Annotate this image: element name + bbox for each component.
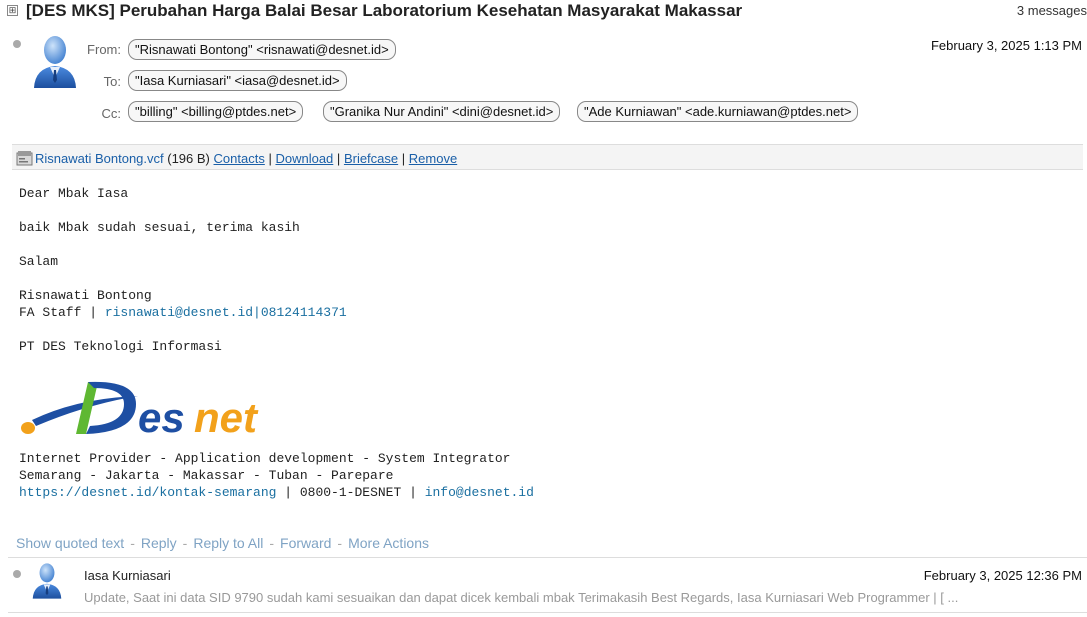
remove-link[interactable]: Remove: [409, 151, 457, 166]
svg-text:es: es: [138, 394, 185, 441]
separator: |: [401, 151, 406, 166]
divider: [8, 612, 1087, 613]
svg-text:net: net: [194, 394, 259, 441]
separator: -: [130, 535, 135, 551]
website-link[interactable]: https://desnet.id/kontak-semarang: [19, 485, 276, 500]
message-snippet[interactable]: Update, Saat ini data SID 9790 sudah kam…: [84, 590, 1084, 605]
message-actions: Show quoted text - Reply - Reply to All - Forw…: [16, 535, 429, 551]
to-label: To:: [103, 74, 121, 89]
message-body: Dear Mbak Iasa baik Mbak sudah sesuai, t…: [19, 185, 347, 355]
signature-name: Risnawati Bontong: [19, 288, 152, 303]
cc-label: Cc:: [101, 106, 122, 121]
message-sender-name[interactable]: Iasa Kurniasari: [84, 568, 171, 583]
body-line: baik Mbak sudah sesuai, terima kasih: [19, 220, 300, 235]
signature-company: PT DES Teknologi Informasi: [19, 339, 222, 354]
info-email-link[interactable]: info@desnet.id: [425, 485, 534, 500]
separator: -: [182, 535, 188, 551]
download-link[interactable]: Download: [275, 151, 333, 166]
closing-text: Salam: [19, 254, 59, 269]
attachment-size: (196 B): [167, 151, 210, 166]
thread-header: ⊞ [DES MKS] Perubahan Harga Balai Besar …: [0, 0, 1087, 24]
signature-title: FA Staff |: [19, 305, 105, 320]
attachment-filename-link[interactable]: Risnawati Bontong.vcf: [35, 151, 164, 166]
thread-subject: [DES MKS] Perubahan Harga Balai Besar La…: [26, 1, 743, 20]
message-count: 3 messages: [1016, 3, 1087, 18]
more-actions-link[interactable]: More Actions: [348, 535, 429, 551]
from-address-chip[interactable]: "Risnawati Bontong" <risnawati@desnet.id…: [128, 39, 396, 60]
to-address-chip[interactable]: "Iasa Kurniasari" <iasa@desnet.id>: [128, 70, 347, 91]
vcard-icon: [16, 150, 33, 169]
attachment-bar: Risnawati Bontong.vcf (196 B) Contacts |…: [12, 144, 1083, 170]
signature-cities: Semarang - Jakarta - Makassar - Tuban - …: [19, 468, 394, 483]
separator: -: [269, 535, 275, 551]
signature-footer: Internet Provider - Application developm…: [19, 450, 534, 501]
from-label: From:: [87, 42, 121, 57]
cc-address-chip[interactable]: "Ade Kurniawan" <ade.kurniawan@ptdes.net…: [577, 101, 859, 122]
read-dot-icon: [13, 570, 21, 578]
greeting-text: Dear Mbak Iasa: [19, 186, 129, 201]
sender-avatar: [32, 34, 78, 95]
briefcase-link[interactable]: Briefcase: [344, 151, 398, 166]
desnet-logo: es net: [18, 376, 288, 442]
signature-tagline: Internet Provider - Application developm…: [19, 451, 511, 466]
unread-dot-icon: [13, 40, 21, 48]
phone-text: | 0800-1-DESNET |: [276, 485, 425, 500]
show-quoted-text-link[interactable]: Show quoted text: [16, 535, 124, 551]
expand-thread-icon[interactable]: ⊞: [7, 5, 18, 16]
message-date: February 3, 2025 1:13 PM: [930, 38, 1082, 53]
cc-address-chip[interactable]: "billing" <billing@ptdes.net>: [128, 101, 304, 122]
separator: |: [336, 151, 341, 166]
sender-avatar: [31, 562, 63, 605]
separator: |: [268, 151, 272, 166]
divider: [8, 557, 1087, 558]
signature-contact-link[interactable]: risnawati@desnet.id|08124114371: [105, 305, 347, 320]
reply-all-link[interactable]: Reply to All: [193, 535, 263, 551]
separator: -: [337, 535, 343, 551]
cc-address-chip[interactable]: "Granika Nur Andini" <dini@desnet.id>: [323, 101, 561, 122]
contacts-link[interactable]: Contacts: [214, 151, 265, 166]
forward-link[interactable]: Forward: [280, 535, 331, 551]
reply-link[interactable]: Reply: [141, 535, 177, 551]
message-date: February 3, 2025 12:36 PM: [923, 568, 1082, 583]
